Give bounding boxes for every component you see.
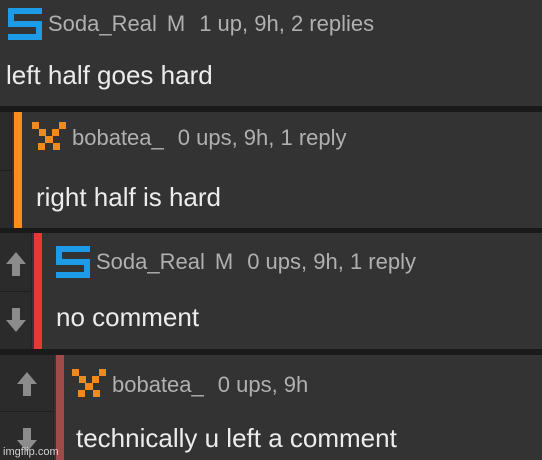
comment-1: Soda_Real M 1 up, 9h, 2 replies left hal… bbox=[0, 0, 542, 106]
comment-header: Soda_Real M 1 up, 9h, 2 replies bbox=[8, 8, 374, 40]
vote-divider bbox=[0, 411, 53, 412]
comment-text: technically u left a comment bbox=[76, 423, 397, 453]
comment-meta: 1 up, 9h, 2 replies bbox=[199, 11, 375, 36]
vote-divider bbox=[0, 291, 31, 292]
vote-column bbox=[0, 112, 12, 228]
thread-bar bbox=[56, 355, 64, 460]
downvote-button[interactable] bbox=[0, 295, 31, 345]
username-link[interactable]: bobatea_ bbox=[112, 372, 204, 398]
comment-meta: 0 ups, 9h bbox=[217, 372, 309, 397]
down-arrow-icon bbox=[5, 308, 26, 332]
vote-divider bbox=[0, 170, 11, 171]
comment-4: bobatea_ 0 ups, 9h technically u left a … bbox=[0, 355, 542, 460]
mod-badge: M bbox=[214, 249, 234, 274]
up-arrow-icon bbox=[5, 252, 26, 276]
comment-text: left half goes hard bbox=[6, 60, 213, 90]
thread-bar bbox=[34, 233, 42, 349]
username-link[interactable]: Soda_Real bbox=[96, 249, 205, 275]
mod-badge: M bbox=[166, 11, 186, 36]
vote-column bbox=[0, 233, 32, 349]
upvote-button[interactable] bbox=[0, 239, 31, 289]
comment-meta: 0 ups, 9h, 1 reply bbox=[177, 125, 347, 150]
bobatea-avatar-icon[interactable] bbox=[32, 122, 66, 154]
comment-text: right half is hard bbox=[36, 182, 221, 212]
comment-3: Soda_Real M 0 ups, 9h, 1 reply no commen… bbox=[0, 233, 542, 349]
comment-text: no comment bbox=[56, 302, 200, 332]
bobatea-avatar-icon[interactable] bbox=[72, 369, 106, 401]
username-link[interactable]: bobatea_ bbox=[72, 125, 164, 151]
imgflip-watermark: imgflip.com bbox=[3, 446, 59, 458]
soda-real-avatar-icon[interactable] bbox=[8, 8, 42, 40]
comment-header: bobatea_ 0 ups, 9h, 1 reply bbox=[32, 122, 347, 154]
up-arrow-icon bbox=[16, 372, 37, 396]
thread-bar bbox=[14, 112, 22, 228]
username-link[interactable]: Soda_Real bbox=[48, 11, 157, 37]
soda-real-avatar-icon[interactable] bbox=[56, 246, 90, 278]
vote-column bbox=[0, 355, 54, 460]
comment-2: bobatea_ 0 ups, 9h, 1 reply right half i… bbox=[0, 112, 542, 228]
comment-meta: 0 ups, 9h, 1 reply bbox=[247, 249, 416, 274]
comment-header: bobatea_ 0 ups, 9h bbox=[72, 369, 308, 401]
comment-header: Soda_Real M 0 ups, 9h, 1 reply bbox=[56, 246, 416, 278]
upvote-button[interactable] bbox=[0, 359, 53, 409]
